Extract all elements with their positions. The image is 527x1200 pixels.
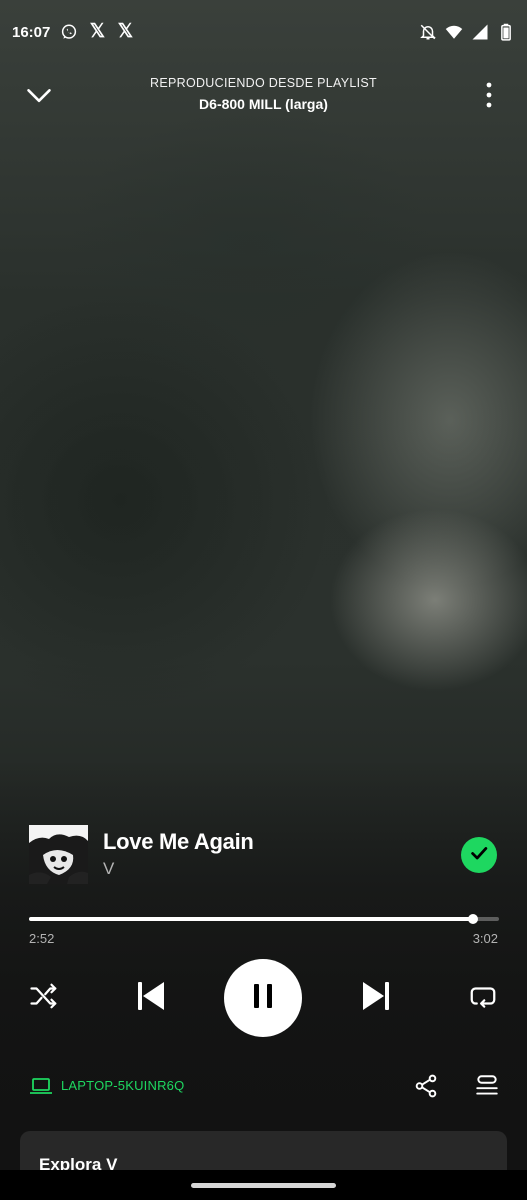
next-track-button[interactable] (357, 978, 395, 1018)
connected-device-name[interactable]: LAPTOP-5KUINR6Q (61, 1078, 184, 1093)
chevron-down-icon (25, 81, 53, 114)
playback-controls (0, 958, 527, 1038)
track-title[interactable]: Love Me Again (103, 829, 254, 855)
track-info: Love Me Again V (29, 825, 499, 885)
previous-track-button[interactable] (132, 978, 170, 1018)
repeat-button[interactable] (465, 980, 501, 1016)
collapse-player-button[interactable] (22, 80, 56, 114)
album-cover-thumbnail[interactable] (29, 825, 88, 884)
bell-off-icon (419, 23, 437, 41)
device-row: LAPTOP-5KUINR6Q (0, 1066, 527, 1106)
home-gesture-handle[interactable] (191, 1183, 336, 1188)
system-icons (419, 23, 515, 41)
repeat-icon (468, 981, 498, 1016)
progress-fill (29, 917, 474, 921)
total-time: 3:02 (472, 931, 498, 946)
progress-thumb[interactable] (468, 914, 479, 924)
skip-next-icon (361, 980, 391, 1017)
system-navigation-bar (0, 1170, 527, 1200)
check-icon (468, 842, 490, 869)
share-button[interactable] (413, 1073, 439, 1099)
wifi-icon (445, 23, 463, 41)
pause-button[interactable] (224, 959, 302, 1037)
laptop-icon[interactable] (29, 1074, 53, 1098)
shuffle-button[interactable] (26, 980, 62, 1016)
signal-icon (471, 23, 489, 41)
battery-icon (497, 23, 515, 41)
queue-button[interactable] (474, 1073, 500, 1099)
elapsed-time: 2:52 (29, 931, 55, 946)
context-name: D6-800 MILL (larga) (199, 96, 328, 112)
playing-context[interactable]: REPRODUCIENDO DESDE PLAYLIST D6-800 MILL… (90, 76, 437, 112)
more-vertical-icon (486, 82, 492, 113)
notification-icons: 𝕏 𝕏 (60, 21, 134, 42)
status-bar: 16:07 𝕏 𝕏 (0, 0, 527, 64)
shuffle-icon (29, 981, 59, 1016)
progress-bar[interactable] (29, 912, 499, 926)
x-icon: 𝕏 (89, 21, 106, 42)
saved-to-library-button[interactable] (461, 837, 497, 873)
player-header: REPRODUCIENDO DESDE PLAYLIST D6-800 MILL… (0, 72, 527, 122)
track-artist[interactable]: V (103, 859, 114, 879)
more-options-button[interactable] (477, 80, 501, 114)
pause-icon (251, 982, 275, 1015)
whatsapp-icon (60, 23, 78, 41)
skip-previous-icon (136, 980, 166, 1017)
context-label: REPRODUCIENDO DESDE PLAYLIST (150, 76, 377, 90)
x-icon: 𝕏 (117, 21, 134, 42)
status-time: 16:07 (12, 23, 51, 41)
